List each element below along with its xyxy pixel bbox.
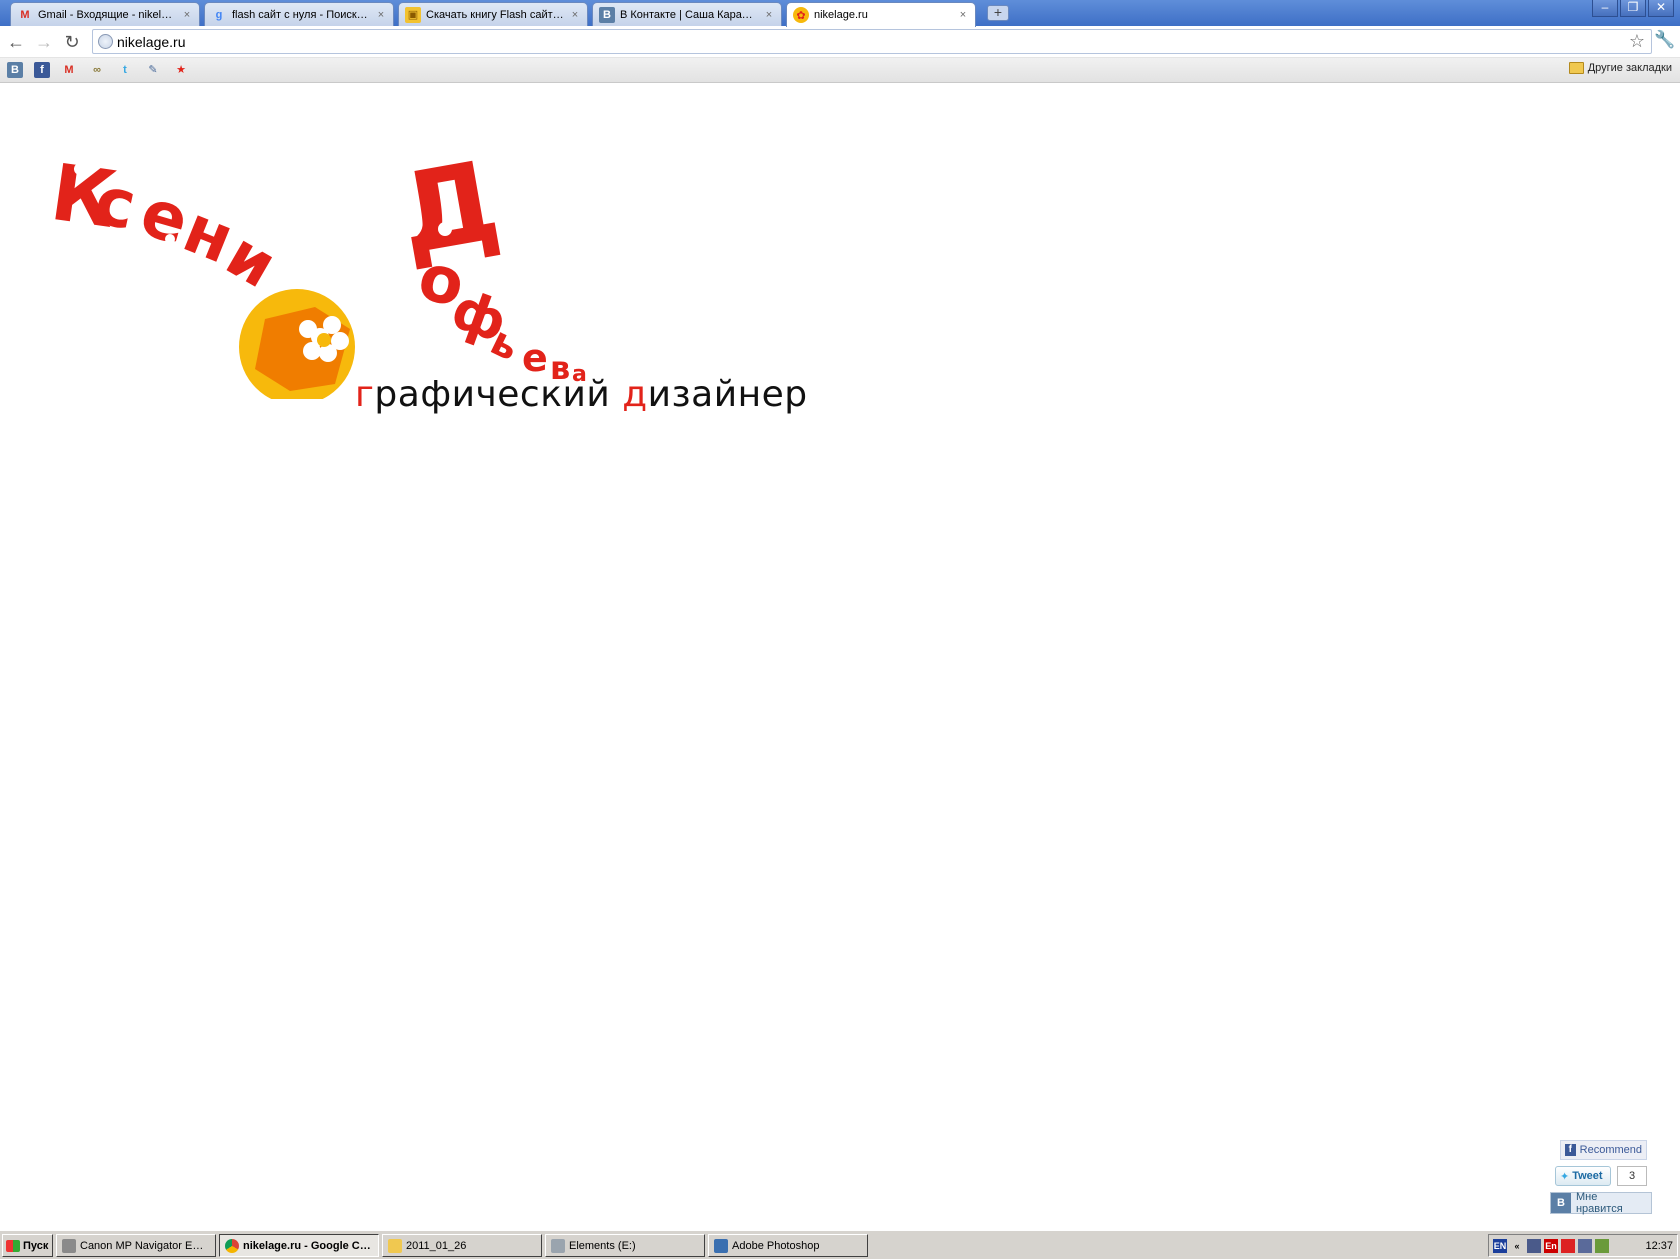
site-logo: К с е н и Д о ф ь е в а xyxy=(50,136,587,399)
tab-strip: M Gmail - Входящие - nikelag… × g flash … xyxy=(0,0,1680,27)
tweet-label: Tweet xyxy=(1572,1170,1603,1182)
close-window-button[interactable]: ✕ xyxy=(1648,0,1674,17)
facebook-icon[interactable]: f xyxy=(34,62,50,78)
taskbar-item-label: Canon MP Navigator EX -… xyxy=(80,1239,210,1252)
chrome-icon xyxy=(225,1238,239,1253)
url-input[interactable] xyxy=(117,32,1597,51)
taskbar-item-label: Elements (E:) xyxy=(569,1239,636,1252)
facebook-recommend-label: Recommend xyxy=(1579,1144,1642,1156)
taskbar-item-label: 2011_01_26 xyxy=(406,1239,467,1252)
taskbar-item-canon[interactable]: Canon MP Navigator EX -… xyxy=(56,1234,216,1257)
tab-title: Gmail - Входящие - nikelag… xyxy=(38,8,176,21)
gmail-icon[interactable]: M xyxy=(61,62,77,78)
vk-like-button[interactable]: В Мне нравится xyxy=(1550,1191,1652,1215)
windows-flag-icon xyxy=(6,1239,20,1252)
network-icon[interactable] xyxy=(1527,1238,1541,1253)
drive-icon xyxy=(551,1238,565,1253)
tweet-count: 3 xyxy=(1617,1166,1647,1186)
back-button[interactable]: ← xyxy=(5,31,27,53)
browser-toolbar: ← → ↻ ☆ 🔧 xyxy=(0,26,1680,58)
other-bookmarks[interactable]: Другие закладки xyxy=(1568,62,1672,74)
gmail-icon: M xyxy=(20,8,30,21)
tab-title: В Контакте | Саша Карач… xyxy=(620,8,758,21)
folder-icon xyxy=(1568,62,1584,74)
window-controls: – ❐ ✕ xyxy=(1592,0,1674,17)
facebook-recommend-button[interactable]: f Recommend xyxy=(1560,1140,1647,1160)
close-icon[interactable]: × xyxy=(569,9,581,21)
star-icon[interactable]: ★ xyxy=(173,62,189,78)
subtitle-letter-g: г xyxy=(355,374,375,415)
other-bookmarks-label: Другие закладки xyxy=(1587,62,1672,74)
taskbar-item-photoshop[interactable]: Adobe Photoshop xyxy=(708,1234,868,1257)
close-icon[interactable]: × xyxy=(763,9,775,21)
tweet-button[interactable]: ✦ Tweet xyxy=(1555,1166,1611,1186)
folder-icon xyxy=(388,1238,402,1253)
language-indicator[interactable]: EN xyxy=(1493,1238,1507,1253)
nikelage-icon: ✿ xyxy=(793,7,809,23)
subtitle-letter-d: д xyxy=(622,374,648,415)
scanner-icon xyxy=(62,1238,76,1253)
start-label: Пуск xyxy=(23,1239,49,1252)
forward-button[interactable]: → xyxy=(33,31,55,53)
pen-icon[interactable]: ✎ xyxy=(145,62,161,78)
taskbar: Пуск Canon MP Navigator EX -… nikelage.r… xyxy=(0,1230,1680,1259)
bookmark-star-icon[interactable]: ☆ xyxy=(1629,31,1645,52)
vk-icon[interactable]: В xyxy=(7,62,23,78)
tray-chevron-icon[interactable]: « xyxy=(1510,1239,1524,1253)
tab-title: nikelage.ru xyxy=(814,9,868,21)
address-bar[interactable]: ☆ xyxy=(92,29,1652,54)
clock: 12:37 xyxy=(1645,1239,1673,1252)
minimize-button[interactable]: – xyxy=(1592,0,1618,17)
tab-nikelage[interactable]: ✿ nikelage.ru × xyxy=(786,2,976,27)
globe-icon xyxy=(98,34,113,49)
link-icon[interactable]: ∞ xyxy=(89,62,105,78)
close-icon[interactable]: × xyxy=(957,9,969,21)
taskbar-item-drive[interactable]: Elements (E:) xyxy=(545,1234,705,1257)
update-icon[interactable] xyxy=(1595,1238,1609,1253)
tab-gmail[interactable]: M Gmail - Входящие - nikelag… × xyxy=(10,2,200,26)
new-tab-button[interactable]: + xyxy=(987,5,1009,21)
taskbar-item-folder[interactable]: 2011_01_26 xyxy=(382,1234,542,1257)
twitter-icon[interactable]: t xyxy=(117,62,133,78)
language-bar-icon[interactable]: En xyxy=(1544,1238,1558,1253)
taskbar-item-chrome[interactable]: nikelage.ru - Google C… xyxy=(219,1234,379,1257)
bookmarks-bar: В f M ∞ t ✎ ★ Другие закладки xyxy=(0,58,1680,83)
system-tray: EN « En 12:37 xyxy=(1488,1234,1678,1257)
tab-download-book[interactable]: ▣ Скачать книгу Flash сайт… × xyxy=(398,2,588,26)
reload-button[interactable]: ↻ xyxy=(61,31,83,53)
tab-title: Скачать книгу Flash сайт… xyxy=(426,8,564,21)
vk-like-label: Мне нравится xyxy=(1575,1191,1623,1215)
photoshop-icon xyxy=(714,1238,728,1253)
vk-icon: В xyxy=(599,6,615,23)
twitter-bird-icon: ✦ xyxy=(1560,1170,1570,1183)
taskbar-item-label: Adobe Photoshop xyxy=(732,1239,820,1252)
antivirus-icon[interactable] xyxy=(1561,1238,1575,1253)
tab-title: flash сайт с нуля - Поиск … xyxy=(232,8,370,21)
subtitle: графический дизайнер xyxy=(355,374,808,415)
vk-icon: В xyxy=(1551,1193,1571,1213)
start-button[interactable]: Пуск xyxy=(2,1234,53,1257)
box-icon: ▣ xyxy=(405,6,421,23)
taskbar-item-label: nikelage.ru - Google C… xyxy=(243,1239,371,1252)
tab-google-search[interactable]: g flash сайт с нуля - Поиск … × xyxy=(204,2,394,26)
close-icon[interactable]: × xyxy=(375,9,387,21)
subtitle-part-2: изайнер xyxy=(647,374,808,415)
page-content: К с е н и Д о ф ь е в а графический диза… xyxy=(0,84,1680,1230)
subtitle-part-1: рафический xyxy=(374,374,623,415)
facebook-icon: f xyxy=(1565,1144,1576,1156)
restore-button[interactable]: ❐ xyxy=(1620,0,1646,17)
google-icon: g xyxy=(215,8,223,21)
wrench-icon[interactable]: 🔧 xyxy=(1654,30,1675,50)
close-icon[interactable]: × xyxy=(181,9,193,21)
monitor-icon[interactable] xyxy=(1578,1238,1592,1253)
tab-vkontakte[interactable]: В В Контакте | Саша Карач… × xyxy=(592,2,782,26)
